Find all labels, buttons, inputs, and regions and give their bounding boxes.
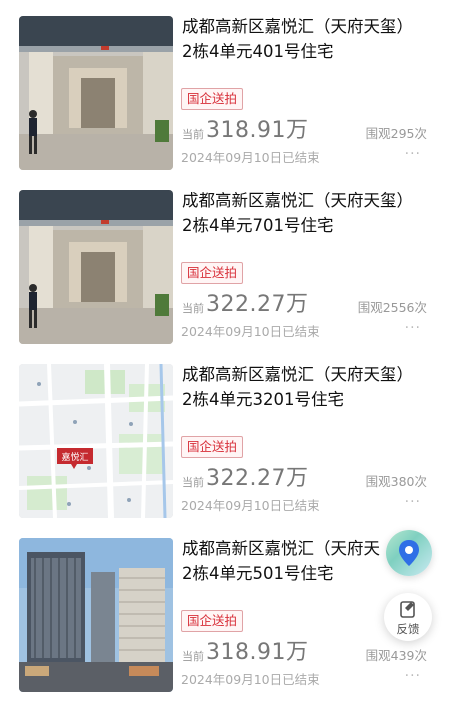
- listing-card[interactable]: 嘉悦汇 成都高新区嘉悦汇（天府天玺） 2栋4单元3201号住宅 国企送拍 当前 …: [0, 348, 459, 520]
- state-owned-auction-badge: 国企送拍: [181, 436, 244, 458]
- current-price: 322.27万: [206, 292, 309, 317]
- tower-exterior-photo: [19, 538, 173, 692]
- more-options-icon[interactable]: ···: [405, 146, 421, 162]
- listing-title: 成都高新区嘉悦汇（天府天玺） 2栋4单元401号住宅: [182, 17, 413, 61]
- building-lobby-photo: [19, 16, 173, 170]
- feedback-button[interactable]: 反馈: [384, 593, 432, 641]
- state-owned-auction-badge: 国企送拍: [181, 262, 244, 284]
- end-time: 2024年09月10日已结束: [181, 150, 320, 165]
- listing-title: 成都高新区嘉悦汇（天府天玺） 2栋4单元701号住宅: [182, 191, 413, 235]
- view-count: 围观439次: [365, 648, 427, 663]
- building-lobby-photo: [19, 190, 173, 344]
- more-options-icon[interactable]: ···: [405, 320, 421, 336]
- listing-card[interactable]: 成都高新区嘉悦汇（天府天玺） 2栋4单元401号住宅 国企送拍 当前 318.9…: [0, 0, 459, 172]
- price-prefix: 当前: [182, 476, 204, 489]
- feedback-label: 反馈: [396, 622, 420, 636]
- map-location-label: 嘉悦汇: [61, 451, 88, 463]
- state-owned-auction-badge: 国企送拍: [181, 610, 244, 632]
- price-prefix: 当前: [182, 650, 204, 663]
- end-time: 2024年09月10日已结束: [181, 498, 320, 513]
- listing-card[interactable]: 成都高新区嘉悦汇（天府天玺） 2栋4单元701号住宅 国企送拍 当前 322.2…: [0, 174, 459, 346]
- map-view-button[interactable]: [386, 530, 432, 576]
- edit-note-icon: [400, 601, 415, 618]
- view-count: 围观380次: [365, 474, 427, 489]
- price-prefix: 当前: [182, 128, 204, 141]
- current-price: 318.91万: [206, 640, 309, 665]
- listing-title: 成都高新区嘉悦汇（天府天玺） 2栋4单元3201号住宅: [182, 365, 413, 409]
- end-time: 2024年09月10日已结束: [181, 672, 320, 687]
- end-time: 2024年09月10日已结束: [181, 324, 320, 339]
- view-count: 围观2556次: [357, 300, 427, 315]
- view-count: 围观295次: [365, 126, 427, 141]
- more-options-icon[interactable]: ···: [405, 494, 421, 510]
- more-options-icon[interactable]: ···: [405, 668, 421, 684]
- price-prefix: 当前: [182, 302, 204, 315]
- map-pin-icon: [399, 540, 419, 566]
- state-owned-auction-badge: 国企送拍: [181, 88, 244, 110]
- current-price: 318.91万: [206, 118, 309, 143]
- current-price: 322.27万: [206, 466, 309, 491]
- location-map: 嘉悦汇: [19, 364, 173, 518]
